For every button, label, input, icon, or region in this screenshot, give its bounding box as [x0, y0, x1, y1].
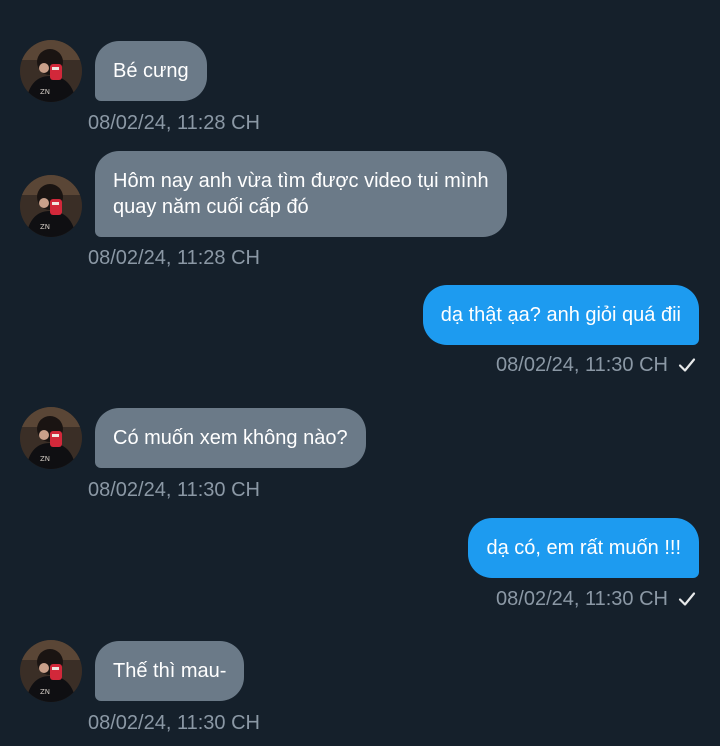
sender-avatar[interactable]: ZN — [20, 175, 82, 237]
svg-text:ZN: ZN — [40, 223, 50, 231]
incoming-message-bubble[interactable]: Thế thì mau- — [95, 641, 245, 701]
sender-avatar[interactable]: ZN — [20, 40, 82, 102]
message-text: Có muốn xem không nào? — [113, 427, 348, 449]
avatar-photo-icon: ZN — [20, 640, 82, 702]
incoming-message-bubble[interactable]: Hôm nay anh vừa tìm được video tụi mình … — [95, 151, 507, 237]
message-text: Thế thì mau- — [113, 660, 227, 682]
message-status-row: 08/02/24, 11:30 CH — [496, 587, 696, 614]
message-text: dạ có, em rất muốn !!! — [486, 537, 681, 559]
sender-avatar[interactable]: ZN — [20, 407, 82, 469]
message-timestamp: 08/02/24, 11:30 CH — [496, 354, 668, 376]
message-text: dạ thật ạa? anh giỏi quá đii — [440, 304, 681, 326]
avatar-photo-icon: ZN — [20, 407, 82, 469]
svg-text:ZN: ZN — [40, 88, 50, 96]
sender-avatar[interactable]: ZN — [20, 640, 82, 702]
checkmark-icon — [678, 356, 696, 380]
message-text: Bé cưng — [113, 60, 189, 82]
incoming-message-bubble[interactable]: Bé cưng — [95, 41, 207, 101]
outgoing-message-bubble[interactable]: dạ có, em rất muốn !!! — [468, 518, 699, 578]
checkmark-icon — [678, 590, 696, 614]
message-timestamp: 08/02/24, 11:30 CH — [88, 479, 260, 501]
svg-text:ZN: ZN — [40, 688, 50, 696]
avatar-photo-icon: ZN — [20, 175, 82, 237]
message-text-line: quay năm cuối cấp đó — [113, 196, 309, 218]
message-timestamp: 08/02/24, 11:28 CH — [88, 247, 260, 269]
incoming-message-bubble[interactable]: Có muốn xem không nào? — [95, 408, 366, 468]
outgoing-message-bubble[interactable]: dạ thật ạa? anh giỏi quá đii — [422, 285, 699, 345]
message-timestamp: 08/02/24, 11:30 CH — [496, 588, 668, 610]
message-text-line: Hôm nay anh vừa tìm được video tụi mình — [113, 170, 489, 192]
message-status-row: 08/02/24, 11:30 CH — [496, 353, 696, 380]
svg-text:ZN: ZN — [40, 455, 50, 463]
avatar-photo-icon: ZN — [20, 40, 82, 102]
message-timestamp: 08/02/24, 11:30 CH — [88, 712, 260, 734]
message-timestamp: 08/02/24, 11:28 CH — [88, 112, 260, 134]
